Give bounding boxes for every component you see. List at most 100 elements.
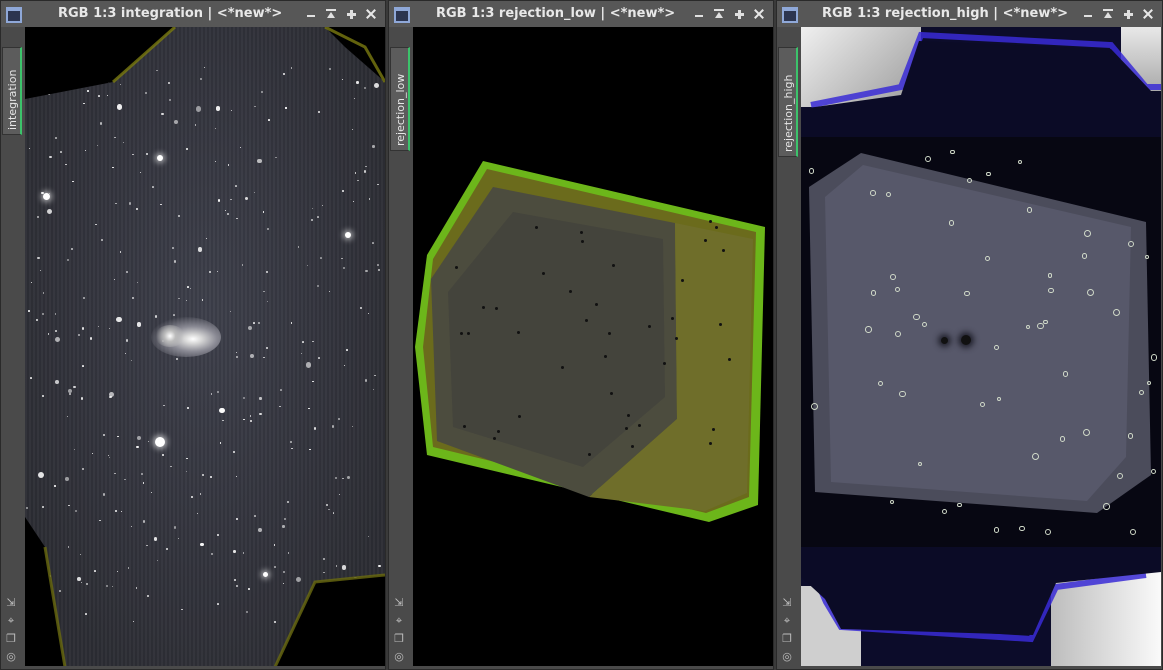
- shade-icon[interactable]: [321, 5, 341, 23]
- maximize-icon[interactable]: [341, 5, 361, 23]
- rejected-pixel: [680, 278, 684, 282]
- rejected-core: [961, 335, 971, 345]
- rejected-pixel: [517, 415, 521, 419]
- rejected-pixel: [630, 444, 634, 448]
- target-icon[interactable]: ◎: [393, 651, 405, 663]
- rejected-star: [1017, 159, 1022, 164]
- resize-icon[interactable]: ⇲: [393, 597, 405, 609]
- rejected-pixel: [608, 331, 612, 335]
- window-rejection-high[interactable]: RGB 1:3 rejection_high | <*new*> rejecti…: [776, 0, 1163, 670]
- target-icon[interactable]: ◎: [5, 651, 17, 663]
- titlebar[interactable]: RGB 1:3 rejection_low | <*new*>: [389, 1, 773, 27]
- rejected-pixel: [454, 266, 458, 270]
- mask-bottom-left: [25, 517, 65, 666]
- shade-icon[interactable]: [1098, 5, 1118, 23]
- rejected-star: [993, 527, 1000, 533]
- rejected-star: [917, 461, 922, 466]
- rejected-core: [941, 337, 948, 344]
- view-sidebar: rejection_high ⇲ ⌖ ❐ ◎: [777, 27, 799, 669]
- rejected-pixel: [648, 324, 652, 328]
- titlebar[interactable]: RGB 1:3 rejection_high | <*new*>: [777, 1, 1162, 27]
- view-sidebar: rejection_low ⇲ ⌖ ❐ ◎: [389, 27, 411, 669]
- rejected-pixel: [594, 302, 598, 306]
- image-canvas-rejection-low[interactable]: [413, 27, 773, 666]
- view-tab-label: rejection_low: [394, 73, 407, 146]
- minimize-icon[interactable]: [689, 5, 709, 23]
- image-canvas-integration[interactable]: [25, 27, 385, 666]
- crosshair-icon[interactable]: ⌖: [5, 615, 17, 627]
- minimize-icon[interactable]: [301, 5, 321, 23]
- image-canvas-rejection-high[interactable]: [801, 27, 1161, 666]
- window-title: RGB 1:3 rejection_low | <*new*>: [436, 6, 676, 21]
- minimize-icon[interactable]: [1078, 5, 1098, 23]
- rejected-star: [964, 291, 970, 297]
- rejected-pixel: [494, 307, 498, 311]
- rejected-star: [985, 255, 991, 261]
- rejected-star: [865, 325, 872, 333]
- clone-icon[interactable]: ❐: [5, 633, 17, 645]
- rejected-pixel: [637, 424, 641, 427]
- rejected-star: [1150, 354, 1158, 361]
- resize-icon[interactable]: ⇲: [781, 597, 793, 609]
- rejected-pixel: [727, 357, 731, 361]
- rejection-high-map: [801, 31, 1161, 643]
- rejected-star: [1047, 273, 1053, 278]
- rejected-pixel: [568, 289, 572, 293]
- rejected-star: [949, 149, 955, 155]
- window-title: RGB 1:3 rejection_high | <*new*>: [822, 6, 1069, 21]
- rejected-pixel: [580, 239, 584, 243]
- view-tab-integration[interactable]: integration: [2, 47, 22, 135]
- rejected-star: [870, 290, 877, 296]
- window-icon[interactable]: [782, 7, 798, 23]
- maximize-icon[interactable]: [729, 5, 749, 23]
- rejected-star: [1102, 503, 1110, 510]
- crosshair-icon[interactable]: ⌖: [393, 615, 405, 627]
- rejected-star: [1083, 230, 1091, 238]
- rejected-pixel: [626, 413, 630, 417]
- close-icon[interactable]: [1138, 5, 1158, 23]
- mask-top-right: [325, 27, 385, 82]
- clone-icon[interactable]: ❐: [781, 633, 793, 645]
- window-icon[interactable]: [6, 7, 22, 23]
- rejected-pixel: [492, 436, 496, 440]
- rejection-low-map: [415, 161, 765, 522]
- mask-bottom-right: [275, 575, 385, 666]
- maximize-icon[interactable]: [1118, 5, 1138, 23]
- shade-icon[interactable]: [709, 5, 729, 23]
- rejected-star: [1048, 287, 1054, 294]
- rejected-pixel: [721, 248, 725, 252]
- clone-icon[interactable]: ❐: [393, 633, 405, 645]
- rejected-pixel: [663, 361, 667, 365]
- view-tab-label: rejection_high: [782, 74, 795, 152]
- rejected-pixel: [718, 322, 722, 326]
- close-icon[interactable]: [361, 5, 381, 23]
- rejected-star: [993, 345, 999, 351]
- close-icon[interactable]: [749, 5, 769, 23]
- crosshair-icon[interactable]: ⌖: [781, 615, 793, 627]
- rejected-star: [1026, 207, 1033, 213]
- rejected-star: [1112, 309, 1120, 317]
- rejected-star: [921, 322, 927, 328]
- resize-icon[interactable]: ⇲: [5, 597, 17, 609]
- rejected-star: [942, 508, 948, 514]
- rejected-star: [1031, 452, 1039, 460]
- rejected-pixel: [534, 225, 538, 229]
- window-title: RGB 1:3 integration | <*new*>: [58, 6, 283, 21]
- view-tab-rejection-low[interactable]: rejection_low: [390, 47, 410, 151]
- window-rejection-low[interactable]: RGB 1:3 rejection_low | <*new*> rejectio…: [388, 0, 774, 670]
- rejected-star: [1081, 253, 1088, 259]
- rejected-star: [890, 273, 896, 280]
- rejected-star: [948, 220, 954, 226]
- rejected-star: [913, 313, 920, 321]
- rejected-star: [1059, 436, 1066, 442]
- view-tab-rejection-high[interactable]: rejection_high: [778, 47, 798, 157]
- rejected-pixel: [466, 331, 470, 335]
- rejected-star: [924, 156, 931, 163]
- mask-top-left: [25, 27, 175, 99]
- rejected-star: [870, 190, 876, 196]
- window-integration[interactable]: RGB 1:3 integration | <*new*> integratio…: [0, 0, 386, 670]
- window-icon[interactable]: [394, 7, 410, 23]
- rejected-pixel: [459, 331, 463, 335]
- titlebar[interactable]: RGB 1:3 integration | <*new*>: [1, 1, 385, 27]
- target-icon[interactable]: ◎: [781, 651, 793, 663]
